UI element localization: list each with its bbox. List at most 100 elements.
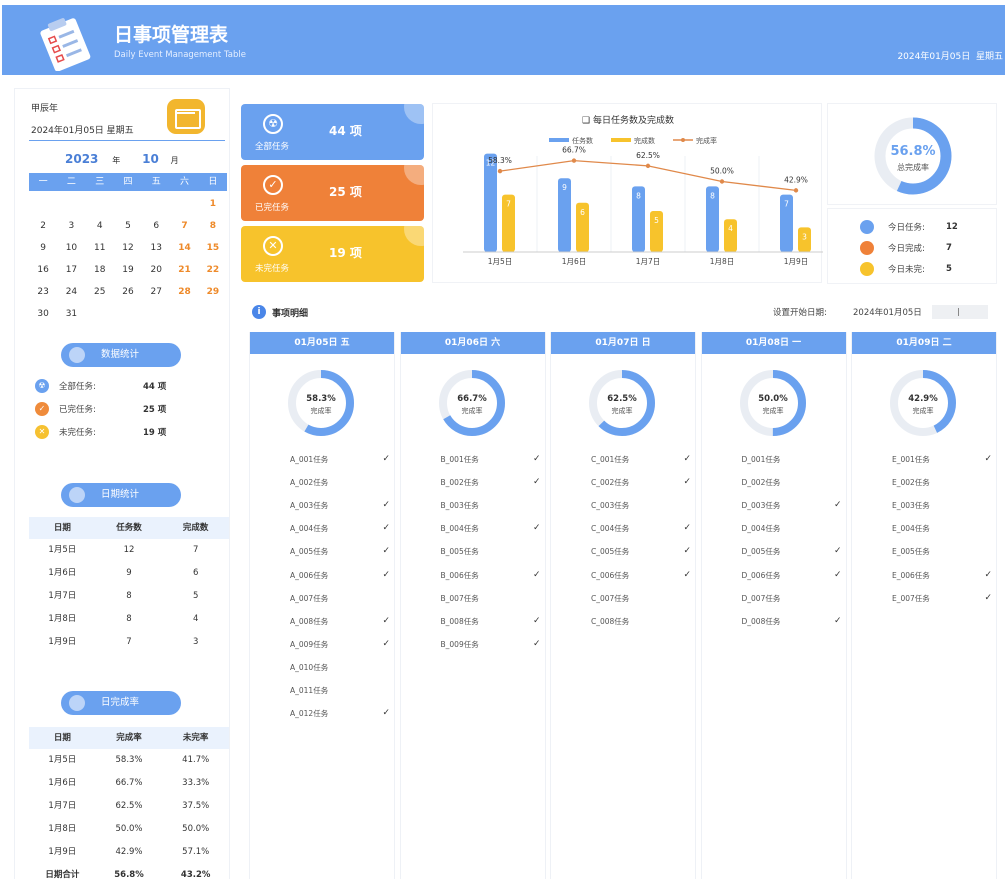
task-item[interactable]: C_004任务 ✓ (591, 523, 691, 534)
task-item[interactable]: B_004任务 ✓ (441, 523, 541, 534)
calendar-month[interactable]: 10 (142, 152, 159, 166)
task-item[interactable]: A_003任务 ✓ (290, 500, 390, 511)
task-item[interactable]: C_001任务 ✓ (591, 454, 691, 465)
day-header[interactable]: 01月06日 六 (400, 332, 545, 354)
calendar-day[interactable]: 6 (142, 215, 170, 237)
task-item[interactable]: B_008任务 ✓ (441, 616, 541, 627)
task-item[interactable]: A_007任务 (290, 593, 390, 604)
calendar-day[interactable]: 17 (57, 259, 85, 281)
task-item[interactable]: D_007任务 (742, 593, 842, 604)
task-item[interactable]: C_002任务 ✓ (591, 477, 691, 488)
task-item[interactable]: C_007任务 (591, 593, 691, 604)
summary-card[interactable]: ☢ 全部任务 44 项 (241, 104, 424, 160)
rate-point (571, 158, 577, 163)
start-date-value[interactable]: 2024年01月05日 (853, 306, 922, 318)
task-item[interactable]: C_003任务 (591, 500, 691, 511)
calendar-day[interactable]: 5 (114, 215, 142, 237)
task-item[interactable]: D_008任务 ✓ (742, 616, 842, 627)
calendar-day[interactable]: 7 (170, 215, 198, 237)
task-item[interactable]: A_009任务 ✓ (290, 639, 390, 650)
task-item[interactable]: B_003任务 (441, 500, 541, 511)
day-header[interactable]: 01月09日 二 (852, 332, 996, 354)
task-item[interactable]: E_003任务 (892, 500, 992, 511)
task-item[interactable]: D_006任务 ✓ (742, 570, 842, 581)
task-item[interactable]: E_007任务 ✓ (892, 593, 992, 604)
calendar-day[interactable]: 24 (57, 281, 85, 303)
task-name: B_002任务 (440, 478, 479, 488)
calendar-day[interactable]: 25 (86, 281, 114, 303)
calendar-day[interactable]: 4 (86, 215, 114, 237)
task-item[interactable]: A_006任务 ✓ (290, 570, 390, 581)
calendar-day[interactable]: 3 (57, 215, 85, 237)
calendar-small-icon (69, 487, 85, 503)
task-item[interactable]: A_010任务 (290, 662, 390, 673)
calendar-day[interactable]: 16 (29, 259, 57, 281)
task-item[interactable]: D_003任务 ✓ (742, 500, 842, 511)
task-item[interactable]: A_012任务 ✓ (290, 708, 390, 719)
calendar-day[interactable]: 15 (199, 237, 227, 259)
calendar-day[interactable]: 8 (199, 215, 227, 237)
day-header[interactable]: 01月08日 一 (701, 332, 846, 354)
task-item[interactable]: D_005任务 ✓ (742, 546, 842, 557)
task-item[interactable]: B_007任务 (441, 593, 541, 604)
calendar-day[interactable]: 20 (142, 259, 170, 281)
task-item[interactable]: A_005任务 ✓ (290, 546, 390, 557)
task-item[interactable]: D_004任务 (742, 523, 842, 534)
calendar-day[interactable]: 19 (114, 259, 142, 281)
start-date-scrollbar[interactable] (932, 305, 988, 319)
calendar-day[interactable]: 23 (29, 281, 57, 303)
table-row: 1月5日 58.3% 41.7% (29, 749, 229, 772)
task-item[interactable]: C_005任务 ✓ (591, 546, 691, 557)
day-header[interactable]: 01月05日 五 (250, 332, 394, 354)
table-cell: 41.7% (182, 755, 210, 765)
task-item[interactable]: B_009任务 ✓ (441, 639, 541, 650)
calendar-day[interactable]: 26 (114, 281, 142, 303)
donut-caption: 完成率 (913, 406, 934, 415)
day-header[interactable]: 01月07日 日 (551, 332, 695, 354)
task-item[interactable]: D_001任务 (742, 454, 842, 465)
task-name: A_004任务 (290, 524, 329, 534)
task-item[interactable]: B_001任务 ✓ (441, 454, 541, 465)
summary-card[interactable]: ✓ 已完任务 25 项 (241, 165, 424, 221)
task-item[interactable]: E_005任务 (892, 546, 992, 557)
calendar-day[interactable]: 29 (199, 281, 227, 303)
calendar-day[interactable]: 28 (170, 281, 198, 303)
task-item[interactable]: A_011任务 (290, 685, 390, 696)
task-item[interactable]: C_006任务 ✓ (591, 570, 691, 581)
table-cell: 50.0% (182, 824, 210, 834)
calendar-day[interactable]: 22 (199, 259, 227, 281)
task-item[interactable]: B_006任务 ✓ (441, 570, 541, 581)
task-item[interactable]: A_001任务 ✓ (290, 454, 390, 465)
task-item[interactable]: B_002任务 ✓ (441, 477, 541, 488)
calendar-day[interactable]: 30 (29, 303, 57, 325)
calendar-day[interactable]: 10 (57, 237, 85, 259)
task-item[interactable]: E_002任务 (892, 477, 992, 488)
calendar-day[interactable]: 1 (199, 193, 227, 215)
calendar-day[interactable]: 27 (142, 281, 170, 303)
table-cell: 7 (192, 545, 199, 555)
task-item[interactable]: A_004任务 ✓ (290, 523, 390, 534)
summary-card[interactable]: ✕ 未完任务 19 项 (241, 226, 424, 282)
task-item[interactable]: E_004任务 (892, 523, 992, 534)
calendar-day[interactable]: 31 (57, 303, 85, 325)
calendar-day[interactable]: 21 (170, 259, 198, 281)
calendar-day[interactable]: 2 (29, 215, 57, 237)
task-name: B_005任务 (440, 547, 479, 557)
calendar-day[interactable]: 12 (114, 237, 142, 259)
rate-data-label: 50.0% (710, 167, 734, 176)
calendar-day[interactable]: 9 (29, 237, 57, 259)
task-item[interactable]: B_005任务 (441, 546, 541, 557)
calendar-day[interactable]: 14 (170, 237, 198, 259)
task-item[interactable]: C_008任务 (591, 616, 691, 627)
calendar-day[interactable]: 13 (142, 237, 170, 259)
task-item[interactable]: E_006任务 ✓ (892, 570, 992, 581)
calendar-year[interactable]: 2023 (65, 152, 98, 166)
calendar-day[interactable]: 11 (86, 237, 114, 259)
header-cell: 未完率 (182, 733, 209, 743)
calendar-day[interactable]: 18 (86, 259, 114, 281)
stat-value: 44 项 (143, 382, 167, 392)
task-item[interactable]: A_002任务 (290, 477, 390, 488)
task-item[interactable]: E_001任务 ✓ (892, 454, 992, 465)
task-item[interactable]: A_008任务 ✓ (290, 616, 390, 627)
task-item[interactable]: D_002任务 (742, 477, 842, 488)
